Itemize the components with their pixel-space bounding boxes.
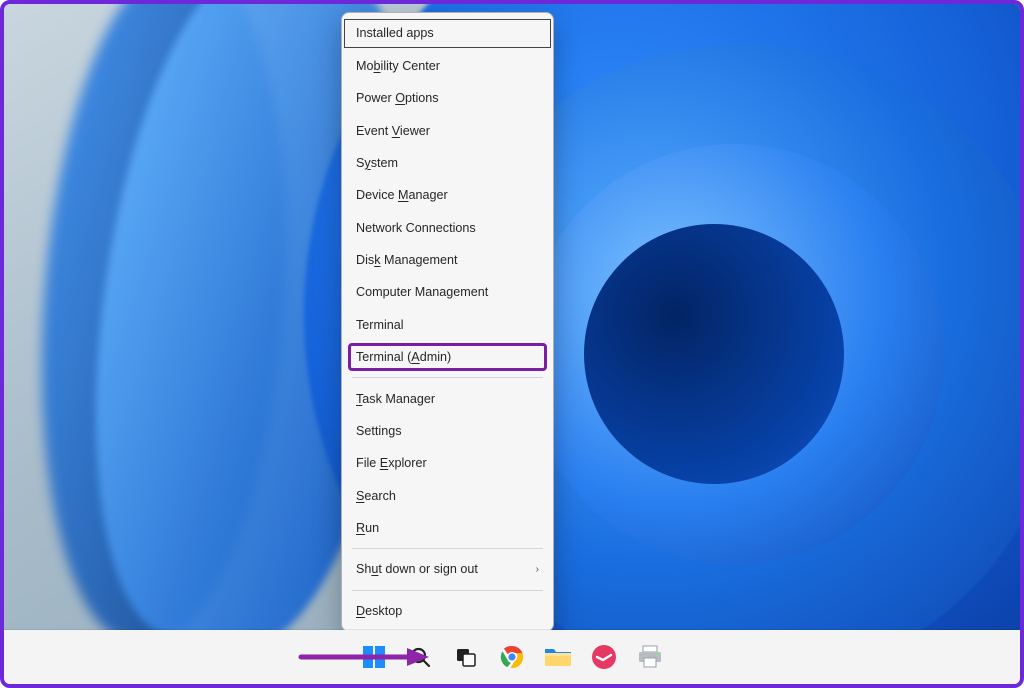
menu-item-label: Event Viewer bbox=[356, 124, 430, 138]
menu-item-mobility_center[interactable]: Mobility Center bbox=[342, 50, 553, 82]
menu-item-installed_apps[interactable]: Installed apps bbox=[342, 17, 553, 49]
taskbar-round-app[interactable] bbox=[589, 642, 619, 672]
menu-item-label: Computer Management bbox=[356, 285, 488, 299]
menu-item-label: Device Manager bbox=[356, 188, 448, 202]
menu-item-system[interactable]: System bbox=[342, 147, 553, 179]
menu-item-file_explorer[interactable]: File Explorer bbox=[342, 447, 553, 479]
chrome-icon bbox=[499, 644, 525, 670]
menu-item-label: Run bbox=[356, 521, 379, 535]
menu-item-computer_management[interactable]: Computer Management bbox=[342, 276, 553, 308]
menu-item-event_viewer[interactable]: Event Viewer bbox=[342, 114, 553, 146]
taskbar-task-view[interactable] bbox=[451, 642, 481, 672]
menu-item-label: Terminal bbox=[356, 318, 404, 332]
chevron-right-icon: › bbox=[536, 564, 539, 575]
file-explorer-icon bbox=[544, 645, 572, 669]
menu-separator bbox=[352, 548, 543, 549]
menu-item-shut_down[interactable]: Shut down or sign out › bbox=[342, 553, 553, 585]
taskbar-printer[interactable] bbox=[635, 642, 665, 672]
taskbar-chrome[interactable] bbox=[497, 642, 527, 672]
menu-separator bbox=[352, 377, 543, 378]
menu-item-terminal_admin[interactable]: Terminal (Admin) bbox=[342, 341, 553, 373]
menu-separator bbox=[352, 590, 543, 591]
taskbar-file-explorer[interactable] bbox=[543, 642, 573, 672]
menu-item-label: Search bbox=[356, 489, 396, 503]
menu-item-label: Installed apps bbox=[356, 26, 434, 40]
search-icon bbox=[408, 645, 432, 669]
menu-item-label: Disk Management bbox=[356, 253, 458, 267]
menu-item-desktop[interactable]: Desktop bbox=[342, 595, 553, 627]
menu-item-label: Power Options bbox=[356, 91, 439, 105]
menu-item-label: Settings bbox=[356, 424, 402, 438]
menu-item-run[interactable]: Run bbox=[342, 512, 553, 544]
menu-item-disk_management[interactable]: Disk Management bbox=[342, 244, 553, 276]
round-app-icon bbox=[591, 644, 617, 670]
menu-item-terminal[interactable]: Terminal bbox=[342, 309, 553, 341]
menu-item-label: System bbox=[356, 156, 398, 170]
menu-item-label: File Explorer bbox=[356, 456, 427, 470]
menu-item-search[interactable]: Search bbox=[342, 480, 553, 512]
menu-item-power_options[interactable]: Power Options bbox=[342, 82, 553, 114]
menu-item-device_manager[interactable]: Device Manager bbox=[342, 179, 553, 211]
printer-icon bbox=[637, 645, 663, 669]
start-button-icon bbox=[361, 644, 387, 670]
menu-item-label: Network Connections bbox=[356, 221, 476, 235]
task-view-icon bbox=[454, 645, 478, 669]
menu-item-label: Terminal (Admin) bbox=[356, 350, 451, 364]
menu-item-label: Shut down or sign out bbox=[356, 562, 478, 576]
menu-item-label: Desktop bbox=[356, 604, 402, 618]
taskbar bbox=[4, 630, 1020, 684]
menu-item-settings[interactable]: Settings bbox=[342, 415, 553, 447]
menu-item-task_manager[interactable]: Task Manager bbox=[342, 382, 553, 414]
menu-item-network_connections[interactable]: Network Connections bbox=[342, 212, 553, 244]
start-button[interactable] bbox=[359, 642, 389, 672]
taskbar-search[interactable] bbox=[405, 642, 435, 672]
menu-item-label: Task Manager bbox=[356, 392, 435, 406]
menu-item-label: Mobility Center bbox=[356, 59, 440, 73]
start-right-click-menu[interactable]: Installed apps Mobility Center Power Optio… bbox=[341, 12, 554, 632]
